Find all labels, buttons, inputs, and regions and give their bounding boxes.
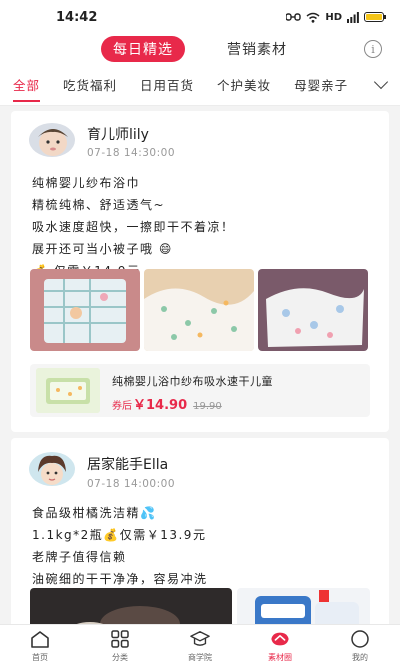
post-photo[interactable]	[237, 588, 370, 624]
product-price: 券后￥14.90 19.90	[112, 394, 222, 413]
product-thumbnail	[36, 368, 100, 413]
avatar[interactable]	[29, 452, 75, 486]
mute-icon	[286, 13, 302, 21]
product-link[interactable]: 纯棉婴儿浴巾纱布吸水速干儿童 券后￥14.90 19.90	[30, 364, 370, 417]
clock: 14:42	[56, 9, 98, 25]
post-text-line: 吸水速度超快，一擦即干不着凉！	[32, 220, 235, 234]
coupon-label: 券后	[112, 401, 132, 412]
post-text-line: 展开还可当小被子哦 😄	[32, 242, 173, 256]
post-author[interactable]: 育儿师lily	[87, 124, 149, 144]
category-tab-baby[interactable]: 母婴亲子	[294, 75, 348, 94]
post-author[interactable]: 居家能手Ella	[87, 454, 168, 474]
graduation-cap-icon	[190, 630, 210, 648]
post-date: 07-18 14:30:00	[87, 147, 176, 159]
post-photo[interactable]	[258, 269, 368, 351]
post-photo[interactable]	[30, 269, 140, 351]
post-card: 居家能手Ella 07-18 14:00:00 食品级柑橘洗洁精💦 1.1kg*…	[11, 438, 389, 624]
nav-label: 首页	[32, 653, 48, 662]
info-icon[interactable]: i	[364, 40, 382, 58]
nav-material-circle[interactable]: 素材圈	[240, 625, 320, 666]
status-bar: 14:42 HD	[0, 0, 400, 34]
post-text-line: 食品级柑橘洗洁精💦	[32, 506, 157, 520]
post-text-line: 精梳纯棉、舒适透气~	[32, 198, 166, 212]
category-tab-bar: 全部 吃货福利 日用百货 个护美妆 母婴亲子	[0, 64, 400, 106]
post-text-line: 1.1kg*2瓶💰仅需￥13.9元	[32, 528, 207, 542]
nav-profile[interactable]: 我的	[320, 625, 400, 666]
home-icon	[30, 630, 50, 648]
battery-icon	[364, 12, 386, 22]
material-circle-icon	[270, 630, 290, 648]
tab-daily-picks[interactable]: 每日精选	[101, 36, 185, 62]
category-expand-button[interactable]	[356, 64, 400, 105]
bottom-nav: 首页 分类 商学院 素材圈 我的	[0, 624, 400, 666]
price-original: 19.90	[193, 401, 222, 412]
post-date: 07-18 14:00:00	[87, 478, 176, 490]
post-card: 育儿师lily 07-18 14:30:00 纯棉婴儿纱布浴巾 精梳纯棉、舒适透…	[11, 111, 389, 432]
info-icon-glyph: i	[371, 42, 375, 56]
price-now: ￥14.90	[133, 398, 188, 413]
feed[interactable]: 育儿师lily 07-18 14:30:00 纯棉婴儿纱布浴巾 精梳纯棉、舒适透…	[0, 107, 400, 624]
profile-icon	[350, 630, 370, 648]
status-icons: HD	[286, 11, 386, 23]
nav-label: 素材圈	[268, 653, 292, 662]
post-text-line: 油碗细的干干净净，容易冲洗	[32, 572, 208, 586]
post-photo[interactable]	[30, 588, 232, 624]
nav-label: 商学院	[188, 653, 212, 662]
category-tab-daily-goods[interactable]: 日用百货	[140, 75, 194, 94]
post-photo[interactable]	[144, 269, 254, 351]
network-type: HD	[325, 11, 342, 23]
wifi-icon	[306, 12, 320, 23]
post-text-line: 老牌子值得信赖	[32, 550, 127, 564]
top-tab-bar: 每日精选 营销素材 i	[0, 34, 400, 64]
post-text-line: 纯棉婴儿纱布浴巾	[32, 176, 141, 190]
avatar[interactable]	[29, 123, 75, 157]
nav-home[interactable]: 首页	[0, 625, 80, 666]
signal-icon	[347, 11, 359, 23]
nav-business-school[interactable]: 商学院	[160, 625, 240, 666]
grid-icon	[110, 630, 130, 648]
category-tab-beauty[interactable]: 个护美妆	[217, 75, 271, 94]
category-tab-food[interactable]: 吃货福利	[63, 75, 117, 94]
chevron-down-icon	[373, 74, 389, 90]
category-tab-all[interactable]: 全部	[13, 75, 41, 102]
nav-label: 分类	[112, 653, 128, 662]
product-name: 纯棉婴儿浴巾纱布吸水速干儿童	[112, 375, 273, 388]
nav-category[interactable]: 分类	[80, 625, 160, 666]
tab-marketing-material[interactable]: 营销素材	[215, 36, 299, 62]
nav-label: 我的	[352, 653, 368, 662]
